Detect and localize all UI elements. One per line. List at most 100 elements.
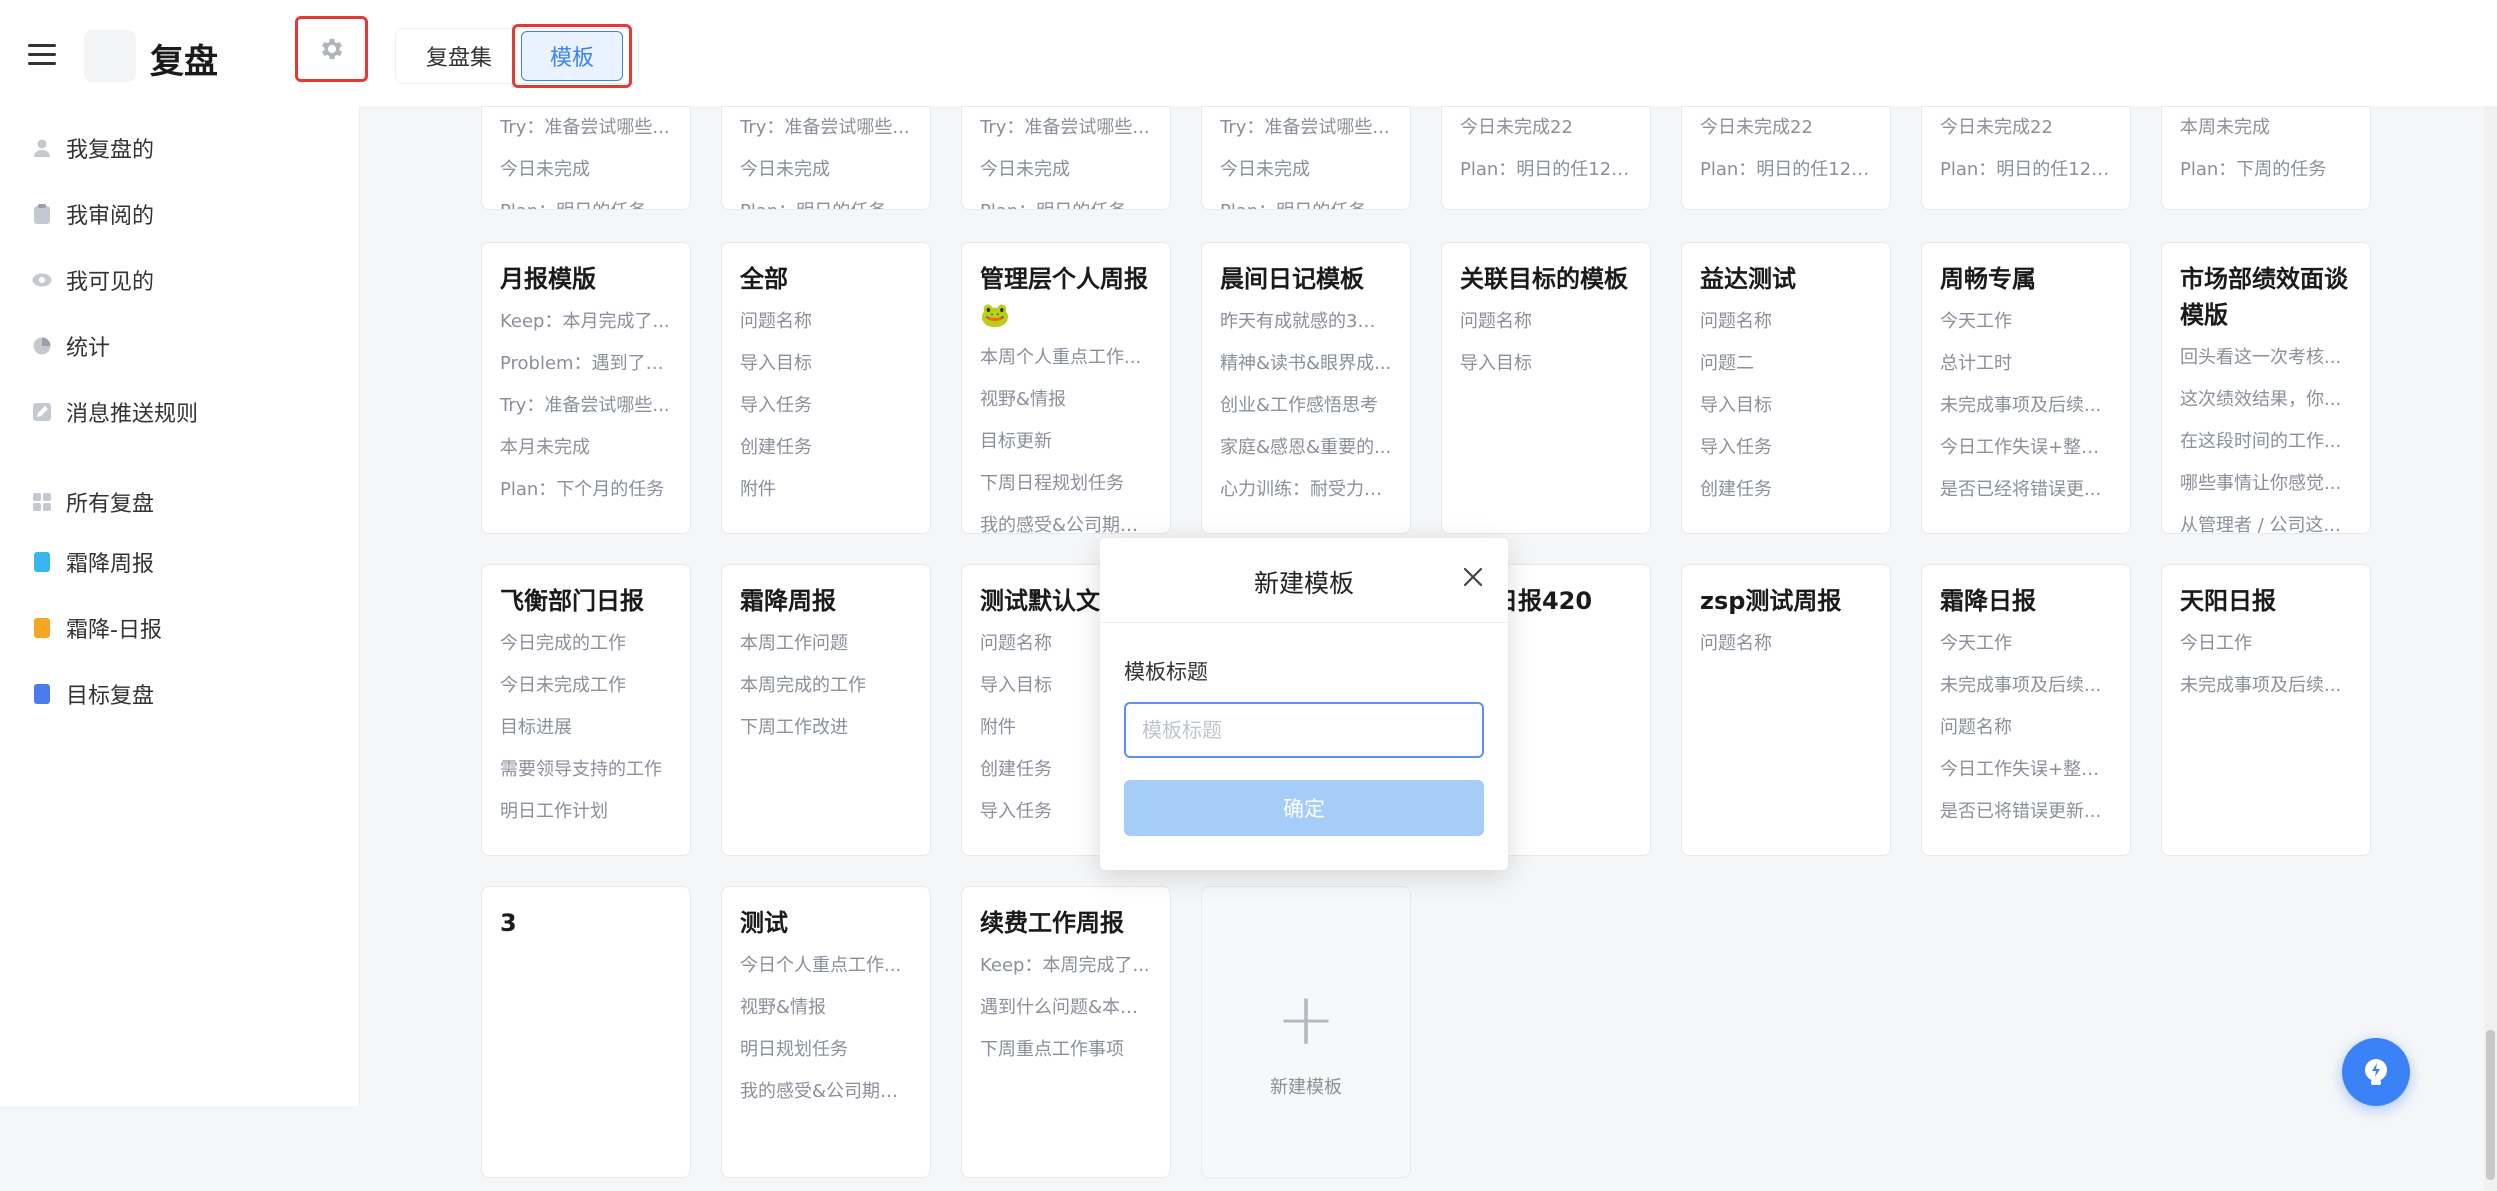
template-card[interactable]: 今日未完成22 Plan：明日的任1231 — [1441, 106, 1651, 210]
template-card-field: Plan：明日的任1231 — [1460, 159, 1632, 180]
sidebar-item-label: 霜降-日报 — [66, 618, 162, 643]
template-card-field: 视野&情报 — [980, 389, 1067, 410]
template-card[interactable]: Try：准备尝试哪些... 今日未完成 Plan：明日的任务 — [961, 106, 1171, 210]
tab-templates[interactable]: 模板 — [521, 31, 624, 81]
template-card[interactable]: 周畅专属 今天工作 总计工时 未完成事项及后续... 今日工作失误+整改... 是否已经将… — [1921, 242, 2131, 534]
template-card[interactable]: 霜降日报 今天工作 未完成事项及后续... 问题名称 今日工作失误+整改... 是否已将错… — [1921, 564, 2131, 856]
template-card[interactable]: 市场部绩效面谈模版 回头看这一次考核... 这次绩效结果，你... 在这段时间的工作.… — [2161, 242, 2371, 534]
sidebar: 我复盘的 我审阅的 我可见的 统计 消息推送规则 所有复盘 霜降周报 霜降-日报… — [0, 106, 360, 1106]
template-card[interactable]: 管理层个人周报🐸 本周个人重点工作... 视野&情报 目标更新 下周日程规划任务 我的感受… — [961, 242, 1171, 534]
pie-chart-icon — [32, 336, 52, 356]
sidebar-item-all-reviews[interactable]: 所有复盘 — [32, 486, 154, 518]
template-card-title: 周畅专属 — [1940, 265, 2036, 293]
help-button[interactable] — [2342, 1038, 2410, 1106]
scrollbar-track[interactable] — [2484, 106, 2497, 1191]
template-card[interactable]: 今日未完成22 Plan：明日的任1231 — [1681, 106, 1891, 210]
template-card[interactable]: zsp测试周报 问题名称 — [1681, 564, 1891, 856]
template-card-field: 未完成事项及后续... — [1940, 675, 2102, 696]
sidebar-item-visible[interactable]: 我可见的 — [32, 264, 154, 296]
template-card[interactable]: Try：准备尝试哪些... 今日未完成 Plan：明日的任务 — [481, 106, 691, 210]
template-card-field: 未完成事项及后续... — [2180, 675, 2342, 696]
sidebar-item-goal-review[interactable]: 目标复盘 — [32, 678, 154, 710]
template-card-field: 今日工作失误+整改... — [1940, 759, 2112, 780]
tab-review-sets[interactable]: 复盘集 — [412, 32, 506, 80]
sidebar-item-push-rules[interactable]: 消息推送规则 — [32, 396, 198, 428]
template-card-title: 月报模版 — [500, 265, 596, 293]
template-title-input[interactable] — [1124, 702, 1484, 758]
template-card-field: 导入任务 — [1700, 437, 1772, 458]
template-card[interactable]: 全部 问题名称 导入目标 导入任务 创建任务 附件 — [721, 242, 931, 534]
eye-icon — [32, 270, 52, 290]
sidebar-item-stats[interactable]: 统计 — [32, 330, 110, 362]
template-card-title: 测试 — [740, 909, 788, 937]
template-card-field: 导入目标 — [740, 353, 812, 374]
template-card-field: 回头看这一次考核... — [2180, 347, 2342, 368]
user-icon — [32, 138, 52, 158]
template-card[interactable]: Try：准备尝试哪些... 今日未完成 Plan：明日的任务 — [721, 106, 931, 210]
template-card-field: 需要领导支持的工作 — [500, 759, 662, 780]
template-card-field: Try：准备尝试哪些... — [500, 395, 670, 416]
template-card-field: 是否已经将错误更... — [1940, 479, 2102, 500]
template-card-field: 我的感受&公司期待... — [980, 515, 1152, 534]
clipboard-icon — [32, 204, 52, 224]
template-card[interactable]: 本周未完成 Plan：下周的任务 — [2161, 106, 2371, 210]
settings-button[interactable] — [295, 16, 368, 82]
gear-icon — [321, 38, 342, 60]
template-title-label: 模板标题 — [1124, 660, 1208, 684]
template-card-title: 市场部绩效面谈模版 — [2180, 265, 2348, 329]
template-card-field: 哪些事情让你感觉... — [2180, 473, 2342, 494]
template-card[interactable]: 晨间日记模板 昨天有成就感的3件事 精神&读书&眼界成... 创业&工作感悟思考 家庭&… — [1201, 242, 1411, 534]
template-card-field: 今日未完成 — [740, 159, 830, 180]
plus-icon: + — [1275, 977, 1337, 1061]
template-card[interactable]: 3 — [481, 886, 691, 1178]
template-card[interactable]: 测试 今日个人重点工作... 视野&情报 明日规划任务 我的感受&公司期待... — [721, 886, 931, 1178]
template-card-field: 创建任务 — [740, 437, 812, 458]
book-icon — [32, 684, 52, 704]
template-card-field: 目标更新 — [980, 431, 1052, 452]
template-card-field: 这次绩效结果，你... — [2180, 389, 2342, 410]
template-card[interactable]: 益达测试 问题名称 问题二 导入目标 导入任务 创建任务 — [1681, 242, 1891, 534]
template-card-field: 精神&读书&眼界成... — [1220, 353, 1392, 374]
template-card[interactable]: 天阳日报 今日工作 未完成事项及后续... — [2161, 564, 2371, 856]
template-card-field: 今日个人重点工作... — [740, 955, 902, 976]
template-card-field: 导入目标 — [1700, 395, 1772, 416]
template-card-title: 天阳日报 — [2180, 587, 2276, 615]
template-card-field: 今日未完成 — [980, 159, 1070, 180]
template-card-field: 明日规划任务 — [740, 1039, 848, 1060]
grid-icon — [32, 492, 52, 512]
sidebar-item-weekly[interactable]: 霜降周报 — [32, 546, 154, 578]
scrollbar-thumb[interactable] — [2486, 1030, 2495, 1180]
dialog-divider — [1100, 622, 1508, 623]
new-template-label: 新建模板 — [1270, 1077, 1342, 1098]
template-card-field: 下周日程规划任务 — [980, 473, 1124, 494]
template-card-field: Try：准备尝试哪些... — [500, 117, 670, 138]
template-card-field: 总计工时 — [1940, 353, 2012, 374]
hamburger-menu-icon[interactable] — [28, 44, 56, 66]
template-card-field: 下周重点工作事项 — [980, 1039, 1124, 1060]
edit-icon — [32, 402, 52, 422]
template-card[interactable]: 月报模版 Keep：本月完成了... Problem：遇到了什... Try：准备尝试… — [481, 242, 691, 534]
confirm-button[interactable]: 确定 — [1124, 780, 1484, 836]
template-card-field: 本周个人重点工作... — [980, 347, 1142, 368]
new-template-card[interactable]: + 新建模板 — [1201, 886, 1411, 1178]
template-card[interactable]: Try：准备尝试哪些... 今日未完成 Plan：明日的任务 — [1201, 106, 1411, 210]
book-icon — [32, 552, 52, 572]
template-card-field: 问题名称 — [1940, 717, 2012, 738]
sidebar-item-my-reviews[interactable]: 我复盘的 — [32, 132, 154, 164]
template-card[interactable]: 飞衡部门日报 今日完成的工作 今日未完成工作 目标进展 需要领导支持的工作 明日工作计划 — [481, 564, 691, 856]
template-card-field: Plan：明日的任务 — [1220, 191, 1392, 209]
app-logo — [84, 30, 136, 82]
template-card-field: 今日未完成 — [500, 159, 590, 180]
close-icon[interactable] — [1462, 566, 1484, 588]
template-card[interactable]: 关联目标的模板 问题名称 导入目标 — [1441, 242, 1651, 534]
template-card[interactable]: 霜降周报 本周工作问题 本周完成的工作 下周工作改进 — [721, 564, 931, 856]
template-card[interactable]: 今日未完成22 Plan：明日的任1231 — [1921, 106, 2131, 210]
sidebar-item-my-audits[interactable]: 我审阅的 — [32, 198, 154, 230]
template-card-title: 霜降周报 — [740, 587, 836, 615]
template-card-title: 关联目标的模板 — [1460, 265, 1628, 293]
template-card-title: 益达测试 — [1700, 265, 1796, 293]
template-card-field: 本周工作问题 — [740, 633, 848, 654]
template-card[interactable]: 续费工作周报 Keep：本周完成了... 遇到什么问题&本周... 下周重点工作事项 — [961, 886, 1171, 1178]
template-card-field: Plan：明日的任务 — [980, 191, 1152, 209]
sidebar-item-daily[interactable]: 霜降-日报 — [32, 612, 162, 644]
